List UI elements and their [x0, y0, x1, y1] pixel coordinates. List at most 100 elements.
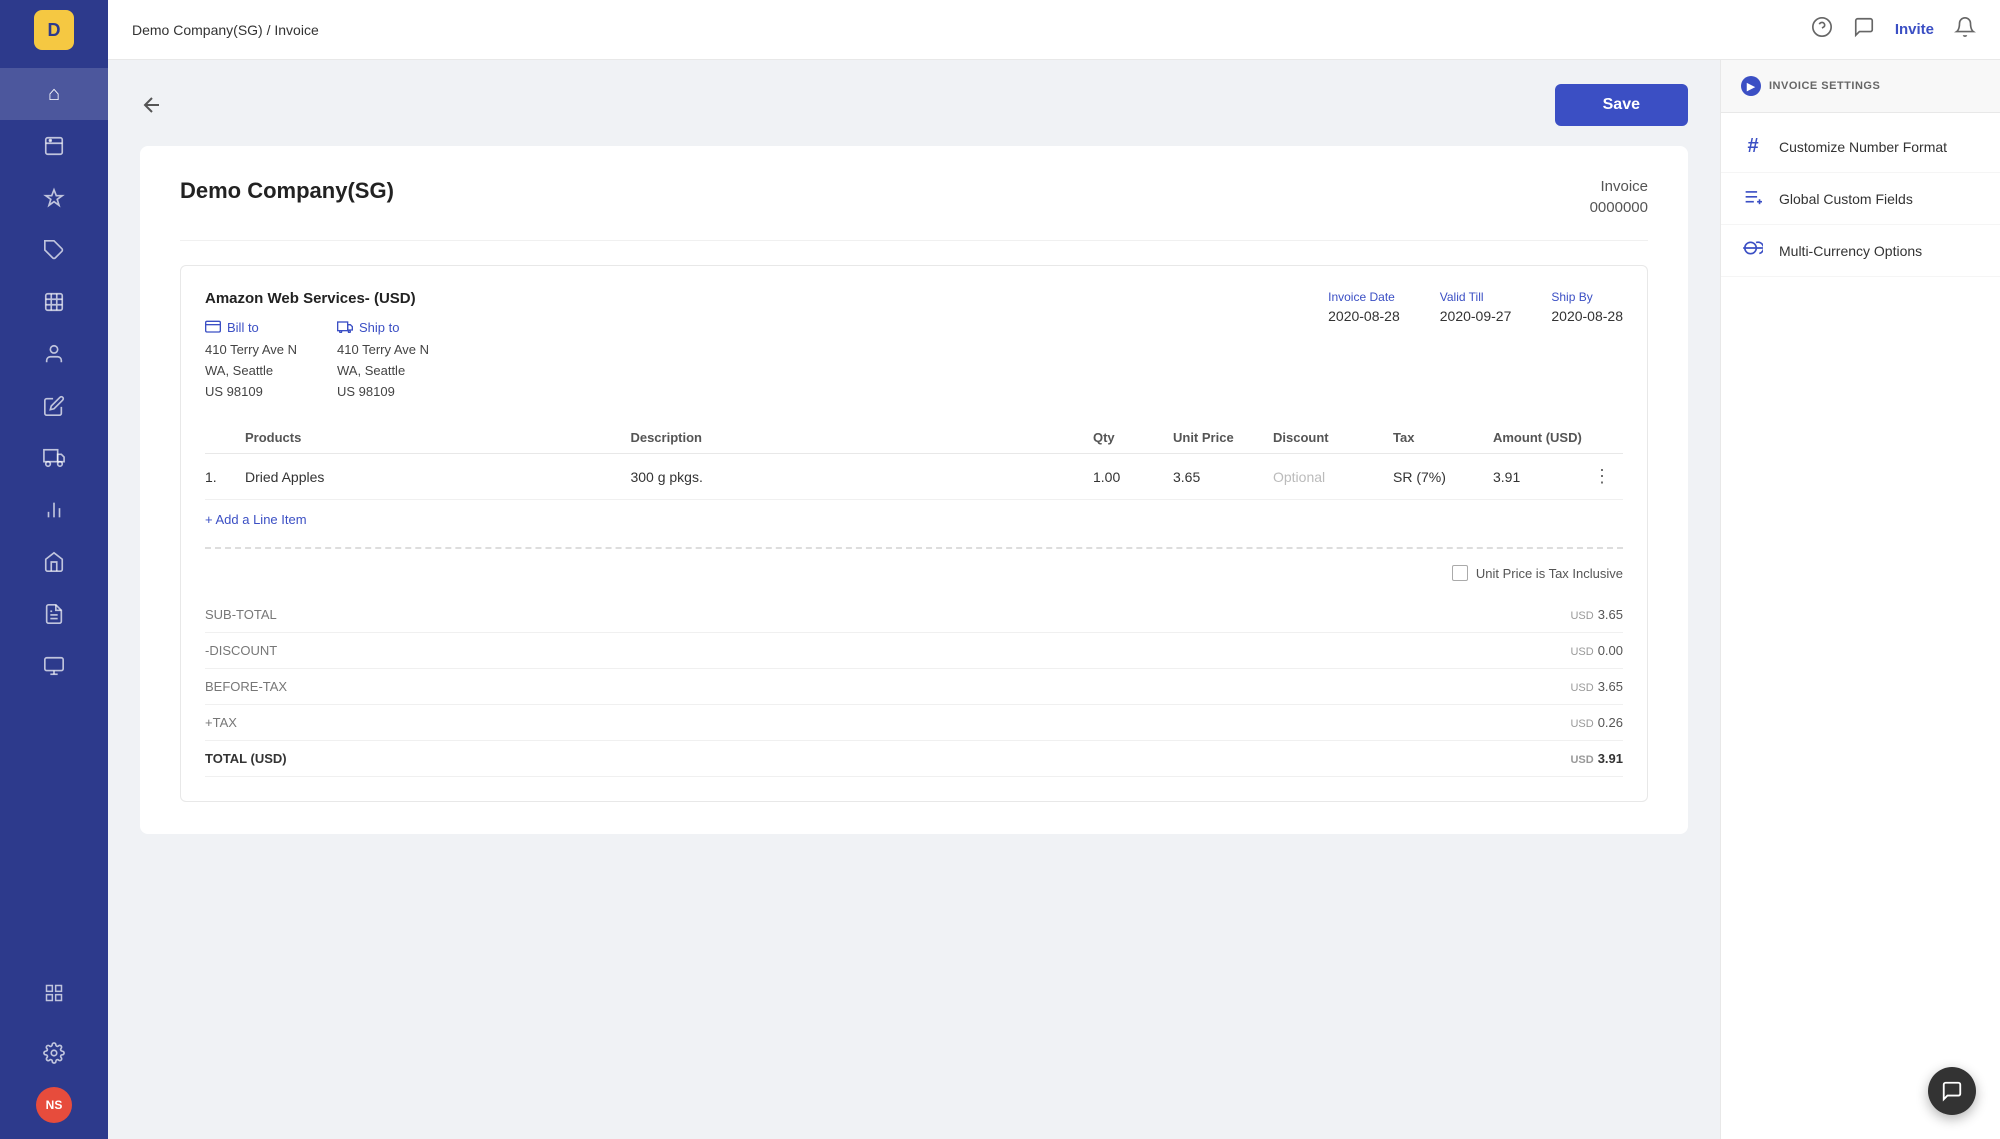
help-icon[interactable] — [1811, 16, 1833, 44]
tax-row: +TAX USD0.26 — [205, 705, 1623, 741]
panel-item-custom-fields[interactable]: Global Custom Fields — [1721, 173, 2000, 225]
col-discount: Discount — [1273, 430, 1393, 445]
custom-fields-icon — [1741, 187, 1765, 210]
bill-to-label: Bill to — [205, 319, 297, 336]
invoice-card: Demo Company(SG) Invoice 0000000 Amazon … — [140, 146, 1688, 834]
topnav: Demo Company(SG) / Invoice Invite — [108, 0, 2000, 60]
company-name: Demo Company(SG) — [180, 178, 394, 204]
total-row: TOTAL (USD) USD3.91 — [205, 741, 1623, 777]
discount-row: -DISCOUNT USD0.00 — [205, 633, 1623, 669]
ship-by-value: 2020-08-28 — [1551, 308, 1623, 324]
invoice-date-value: 2020-08-28 — [1328, 308, 1400, 324]
panel-item-number-format[interactable]: # Customize Number Format — [1721, 121, 2000, 173]
row-index: 1. — [205, 469, 245, 485]
logo-box: D — [34, 10, 74, 50]
panel-item-multi-currency[interactable]: Multi-Currency Options — [1721, 225, 2000, 277]
tax-inclusive-checkbox[interactable] — [1452, 565, 1468, 581]
ship-to-label: Ship to — [337, 319, 429, 336]
sidebar-item-chart[interactable] — [0, 484, 108, 536]
sidebar-item-home[interactable]: ⌂ — [0, 68, 108, 120]
ship-address: 410 Terry Ave N WA, Seattle US 98109 — [337, 340, 429, 402]
sidebar-item-contact[interactable] — [0, 328, 108, 380]
col-tax: Tax — [1393, 430, 1493, 445]
sidebar-nav: ⌂ — [0, 60, 108, 967]
bill-to-block: Bill to 410 Terry Ave N WA, Seattle US 9… — [205, 319, 297, 402]
sidebar: D ⌂ — [0, 0, 108, 1139]
line-items-table: Products Description Qty Unit Price Disc… — [205, 422, 1623, 777]
save-button[interactable]: Save — [1555, 84, 1688, 126]
address-blocks: Bill to 410 Terry Ave N WA, Seattle US 9… — [205, 319, 1328, 402]
sidebar-item-settings[interactable] — [36, 1027, 72, 1079]
action-bar: Save — [140, 84, 1688, 126]
col-amount: Amount (USD) — [1493, 430, 1593, 445]
col-qty: Qty — [1093, 430, 1173, 445]
col-index — [205, 430, 245, 445]
multi-currency-label: Multi-Currency Options — [1779, 243, 1922, 259]
notification-icon[interactable] — [1954, 16, 1976, 44]
invoice-body: Amazon Web Services- (USD) Bill to — [180, 265, 1648, 802]
valid-till-value: 2020-09-27 — [1440, 308, 1512, 324]
breadcrumb: Demo Company(SG) / Invoice — [132, 22, 319, 38]
bill-icon — [205, 319, 221, 336]
user-avatar[interactable]: NS — [36, 1087, 72, 1123]
row-amount: 3.91 — [1493, 469, 1593, 485]
custom-fields-label: Global Custom Fields — [1779, 191, 1913, 207]
valid-till-field: Valid Till 2020-09-27 — [1440, 290, 1512, 402]
ship-icon — [337, 319, 353, 336]
sidebar-item-upload[interactable] — [0, 120, 108, 172]
valid-till-label: Valid Till — [1440, 290, 1512, 304]
vendor-name: Amazon Web Services- (USD) — [205, 290, 1328, 307]
col-description: Description — [630, 430, 1093, 445]
row-description: 300 g pkgs. — [630, 469, 1093, 485]
invoice-header: Demo Company(SG) Invoice 0000000 — [180, 178, 1648, 241]
hash-icon: # — [1741, 135, 1765, 158]
row-menu[interactable]: ⋮ — [1593, 466, 1623, 487]
dates-section: Invoice Date 2020-08-28 Valid Till 2020-… — [1328, 290, 1623, 402]
vendor-left: Amazon Web Services- (USD) Bill to — [205, 290, 1328, 402]
table-header: Products Description Qty Unit Price Disc… — [205, 422, 1623, 454]
row-qty: 1.00 — [1093, 469, 1173, 485]
topnav-right: Invite — [1811, 16, 1976, 44]
chat-fab[interactable] — [1928, 1067, 1976, 1115]
panel-title: INVOICE SETTINGS — [1769, 80, 1880, 92]
col-unit-price: Unit Price — [1173, 430, 1273, 445]
right-panel: ▶ INVOICE SETTINGS # Customize Number Fo… — [1720, 60, 2000, 1139]
invoice-label: Invoice 0000000 — [1590, 178, 1648, 216]
table-row: 1. Dried Apples 300 g pkgs. 1.00 3.65 Op… — [205, 454, 1623, 500]
col-action — [1593, 430, 1623, 445]
sidebar-item-edit[interactable] — [0, 380, 108, 432]
back-button[interactable] — [140, 93, 164, 117]
invite-button[interactable]: Invite — [1895, 21, 1934, 38]
tax-inclusive-label: Unit Price is Tax Inclusive — [1476, 566, 1623, 581]
invoice-number: 0000000 — [1590, 199, 1648, 216]
sidebar-item-grid[interactable] — [36, 967, 72, 1019]
bill-address: 410 Terry Ave N WA, Seattle US 98109 — [205, 340, 297, 402]
main-wrapper: Demo Company(SG) / Invoice Invite Sav — [108, 0, 2000, 1139]
sidebar-bottom: NS — [36, 967, 72, 1139]
invoice-area: Save Demo Company(SG) Invoice 0000000 — [108, 60, 1720, 1139]
sidebar-logo: D — [0, 0, 108, 60]
divider — [205, 547, 1623, 549]
row-discount[interactable]: Optional — [1273, 469, 1393, 485]
ship-to-block: Ship to 410 Terry Ave N WA, Seattle US 9… — [337, 319, 429, 402]
sidebar-item-report[interactable] — [0, 588, 108, 640]
ship-by-field: Ship By 2020-08-28 — [1551, 290, 1623, 402]
sidebar-item-bank[interactable] — [0, 536, 108, 588]
subtotal-row: SUB-TOTAL USD3.65 — [205, 597, 1623, 633]
sidebar-item-table[interactable] — [0, 276, 108, 328]
chat-icon[interactable] — [1853, 16, 1875, 44]
add-line-item[interactable]: + Add a Line Item — [205, 500, 1623, 539]
sidebar-item-delivery[interactable] — [0, 432, 108, 484]
ship-by-label: Ship By — [1551, 290, 1623, 304]
totals-rows: SUB-TOTAL USD3.65 -DISCOUNT USD0.00 BEFO… — [205, 597, 1623, 777]
sidebar-item-tag[interactable] — [0, 224, 108, 276]
panel-toggle[interactable]: ▶ — [1741, 76, 1761, 96]
panel-header: ▶ INVOICE SETTINGS — [1721, 60, 2000, 113]
tax-inclusive-row: Unit Price is Tax Inclusive — [205, 565, 1623, 581]
sidebar-item-star[interactable] — [0, 172, 108, 224]
panel-items: # Customize Number Format Global Custom … — [1721, 113, 2000, 285]
currency-icon — [1741, 239, 1765, 262]
sidebar-item-monitor[interactable] — [0, 640, 108, 692]
col-products: Products — [245, 430, 630, 445]
invoice-label-text: Invoice — [1590, 178, 1648, 195]
